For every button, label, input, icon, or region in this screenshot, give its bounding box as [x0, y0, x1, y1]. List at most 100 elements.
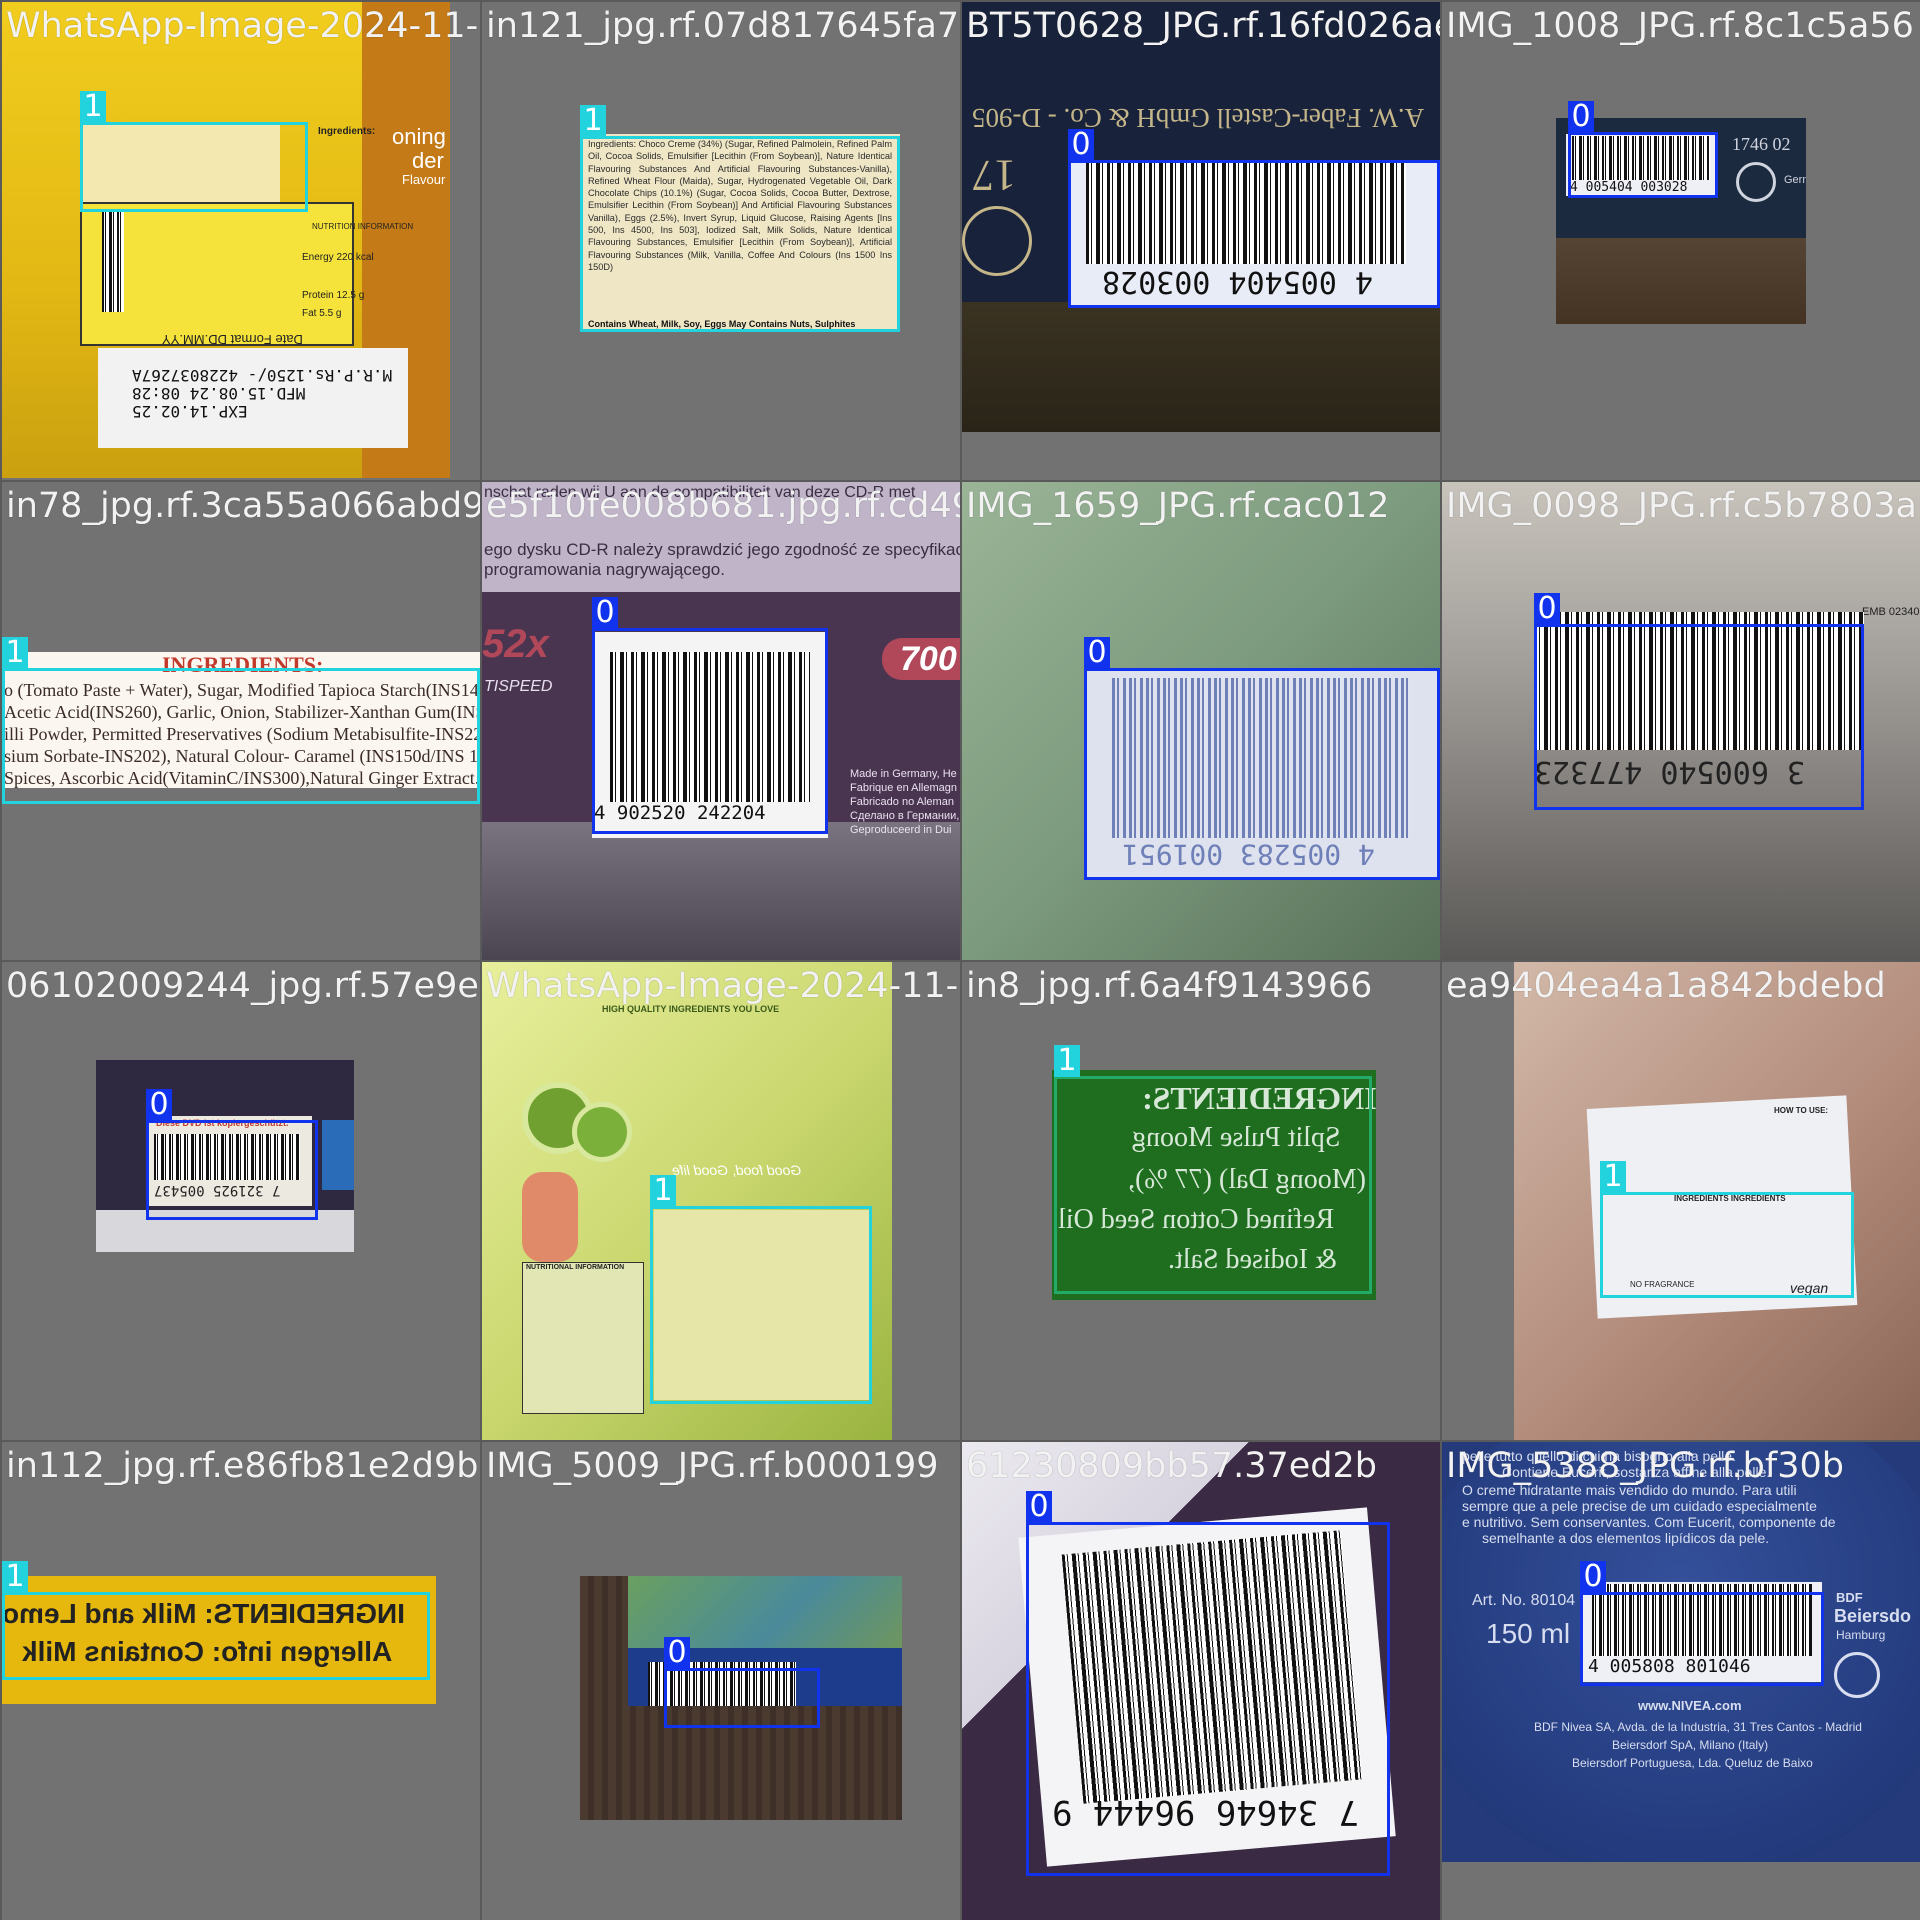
tile-title: in112_jpg.rf.e86fb81e2d9b0	[6, 1446, 480, 1486]
bbox-class-1: 1	[1600, 1161, 1854, 1298]
tile-title: WhatsApp-Image-2024-11-16-at-20-26-13_74	[486, 966, 960, 1006]
tile-title: in78_jpg.rf.3ca55a066abd96	[6, 486, 480, 526]
ingredients-heading: Ingredients:	[318, 126, 376, 137]
date-format: Date Format DD.MM.YY	[162, 332, 303, 347]
bbox-label: 1	[2, 637, 28, 669]
bbox-class-1: 1	[650, 1175, 872, 1404]
bbox-label: 1	[80, 91, 106, 123]
tile-title: IMG_5009_JPG.rf.b000199	[486, 1446, 939, 1486]
tile-title: IMG_1659_JPG.rf.cac012	[966, 486, 1390, 526]
photo-yellow-tub: Ingredients: Date Format DD.MM.YY M.R.P.…	[2, 2, 450, 478]
bbox-label: 0	[1580, 1561, 1606, 1593]
bbox-label: 0	[1568, 101, 1594, 133]
bbox-label: 0	[1026, 1491, 1052, 1523]
address-1: BDF Nivea SA, Avda. de la Industria, 31 …	[1534, 1720, 1862, 1734]
city: Hamburg	[1836, 1628, 1886, 1642]
flavour-1: oning	[392, 124, 446, 149]
print-line-3: EXP.14.02.25	[132, 402, 248, 421]
howto-text: HOW TO USE:	[1774, 1106, 1829, 1115]
recycle-icon	[962, 206, 1032, 276]
flavour-2: der	[412, 148, 444, 173]
capacity: 700	[900, 640, 957, 678]
tile-title: 61230809bb57.37ed2b	[966, 1446, 1378, 1486]
tile-8: Diese DVD ist kopiergeschützt. 7 321925 …	[2, 962, 480, 1440]
bbox-label: 0	[146, 1089, 172, 1121]
tile-10: INGREDIENTS: Split Pulse Moong (Moong Da…	[962, 962, 1440, 1440]
bbox-label: 0	[1084, 637, 1110, 669]
print-line-2: MFD.15.08.24 08:28	[132, 384, 306, 403]
banner-text: Good food, Good life	[672, 1162, 802, 1178]
bbox-label: 1	[1600, 1161, 1626, 1193]
bbox-class-1: 1	[580, 105, 900, 332]
tile-title: e5f10fe008b681.jpg.rf.cd4978	[486, 486, 960, 526]
bbox-class-0: 0	[1084, 637, 1440, 880]
print-line-1: M.R.P.Rs.1250/- 4228037267A	[132, 366, 393, 385]
tile-title: 06102009244_jpg.rf.57e9e0	[6, 966, 480, 1006]
tile-11: HOW TO USE: INGREDIENTS INGREDIENTS NO F…	[1442, 962, 1920, 1440]
bbox-label: 0	[664, 1637, 690, 1669]
tile-title: IMG_1008_JPG.rf.8c1c5a56	[1446, 6, 1914, 46]
bbox-class-0: 0	[1580, 1561, 1824, 1686]
tile-4: INGREDIENTS: o (Tomato Paste + Water), S…	[2, 482, 480, 960]
bbox-label: 1	[1054, 1045, 1080, 1077]
speed-word: TISPEED	[484, 678, 553, 695]
top-line-6: semelhante a dos elementos lipídicos da …	[1482, 1530, 1770, 1546]
speed-x: 52x	[482, 622, 549, 666]
tile-title: WhatsApp-Image-2024-11-16-at-20-28-06_a8	[6, 6, 480, 46]
brand: BDF	[1836, 1590, 1863, 1605]
bbox-label: 0	[1534, 593, 1560, 625]
nutrition-title: NUTRITION INFORMATION	[312, 222, 414, 231]
tile-title: IMG_0098_JPG.rf.c5b7803a	[1446, 486, 1917, 526]
ref-text: 1746 02	[1732, 134, 1791, 154]
flavour-3: Flavour	[402, 172, 446, 187]
top-line-4: sempre que a pele precise de um cuidado …	[1462, 1498, 1817, 1514]
tile-title: IMG_5388_JPG.rf.bf30b	[1446, 1446, 1844, 1486]
bbox-class-1: 1	[2, 637, 480, 804]
top-line-2: ego dysku CD-R należy sprawdzić jego zgo…	[484, 540, 960, 559]
bbox-label: 0	[592, 597, 618, 629]
side-barcode	[102, 212, 124, 312]
address-3: Beiersdorf Portuguesa, Lda. Queluz de Ba…	[1572, 1756, 1813, 1770]
tile-title: in8_jpg.rf.6a4f9143966	[966, 966, 1373, 1006]
tile-5: nschat raden wij U aan de compatibilitei…	[482, 482, 960, 960]
bbox-class-0: 0	[664, 1637, 820, 1728]
tile-title: ea9404ea4a1a842bdebd	[1446, 966, 1886, 1006]
image-grid: Ingredients: Date Format DD.MM.YY M.R.P.…	[0, 0, 1920, 1920]
bbox-class-0: 0	[1026, 1491, 1390, 1876]
bbox-class-1: 1	[80, 91, 308, 212]
maker-text: A.W. Faber-Castell GmbH & Co. - D-905	[972, 103, 1425, 133]
bbox-class-0: 0	[146, 1089, 318, 1220]
made-3: Fabricado no Aleman	[850, 796, 954, 808]
tile-title: in121_jpg.rf.07d817645fa793	[486, 6, 960, 46]
tile-12: INGREDIENTS: Milk and Lemo Allergen info…	[2, 1442, 480, 1920]
made-4: Сделано в Германии,	[850, 810, 960, 822]
tile-1: Ingredients: Choco Creme (34%) (Sugar, R…	[482, 2, 960, 480]
tile-6: 4 005283 001951 0 IMG_1659_JPG.rf.cac012	[962, 482, 1440, 960]
bbox-class-0: 0	[1534, 593, 1864, 810]
tile-15: pelle tutto quello di cui ha bisogno all…	[1442, 1442, 1920, 1920]
bbox-class-0: 0	[1568, 101, 1718, 198]
made-1: Made in Germany, He	[850, 768, 957, 780]
address-2: Beiersdorf SpA, Milano (Italy)	[1612, 1738, 1769, 1752]
bbox-label: 1	[2, 1561, 28, 1593]
top-line-5: e nutritivo. Sem conservantes. Com Eucer…	[1462, 1514, 1836, 1530]
tile-3: 4 005404 003028 1746 02 Germ 0 IMG_1008_…	[1442, 2, 1920, 480]
tile-2: A.W. Faber-Castell GmbH & Co. - D-905 17…	[962, 2, 1440, 480]
brand-2: Beiersdo	[1834, 1606, 1912, 1626]
fat: Fat 5.5 g	[302, 308, 342, 319]
volume: 150 ml	[1486, 1618, 1571, 1649]
bbox-label: 0	[1068, 129, 1094, 161]
made-5: Geproduceerd in Dui	[850, 824, 952, 836]
tile-9: Good food, Good life HIGH QUALITY INGRED…	[482, 962, 960, 1440]
tile-title: BT5T0628_JPG.rf.16fd026ae72270	[966, 6, 1440, 46]
recycle-icon	[1736, 162, 1776, 202]
protein: Protein 12.5 g	[302, 290, 365, 301]
code-text: 17	[972, 151, 1016, 200]
tile-7: EMB 02340 3 600540 477323 0 IMG_0098_JPG…	[1442, 482, 1920, 960]
emb-code: EMB 02340	[1862, 606, 1920, 618]
bbox-class-1: 1	[1054, 1045, 1372, 1294]
nutrition-heading: NUTRITIONAL INFORMATION	[526, 1264, 625, 1271]
side-text: Germ	[1784, 174, 1806, 186]
url: www.NIVEA.com	[1638, 1698, 1742, 1713]
bbox-class-0: 0	[592, 597, 828, 834]
